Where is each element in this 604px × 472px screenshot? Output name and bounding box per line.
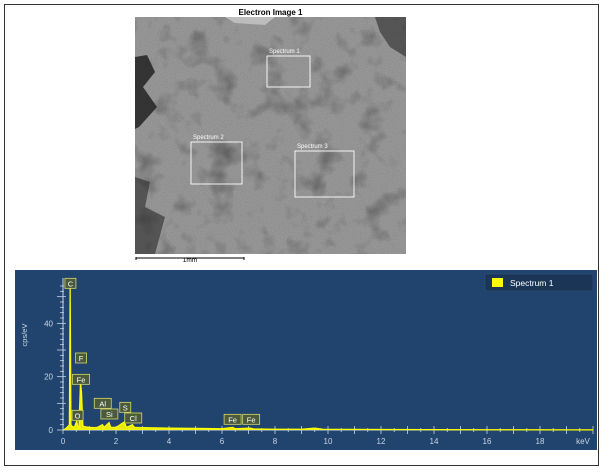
- x-tick-label: 14: [430, 437, 439, 446]
- x-axis-label: keV: [576, 437, 590, 446]
- peak-label-text: Fe: [247, 415, 256, 424]
- peak-label-text: F: [79, 354, 84, 363]
- peak-label-text: Cl: [130, 414, 137, 423]
- peak-label: Al: [93, 397, 112, 409]
- y-tick-label: 20: [44, 373, 53, 382]
- chart-background: [15, 270, 597, 450]
- legend-swatch: [492, 278, 503, 287]
- peak-label-text: O: [75, 411, 81, 420]
- peak-label: Si: [100, 408, 119, 420]
- x-tick-label: 18: [536, 437, 545, 446]
- spectrum-region-label: Spectrum 2: [193, 135, 224, 141]
- y-axis-label: cps/eV: [20, 324, 29, 347]
- peak-label: S: [119, 401, 132, 413]
- spectrum-region-label: Spectrum 1: [269, 49, 300, 55]
- y-tick-label: 0: [49, 426, 54, 435]
- x-tick-label: 16: [483, 437, 492, 446]
- x-tick-label: 2: [114, 437, 119, 446]
- chart-legend[interactable]: Spectrum 1: [484, 273, 594, 292]
- x-tick-label: 6: [220, 437, 225, 446]
- peak-label: Cl: [124, 412, 143, 424]
- peak-label-text: Fe: [228, 415, 237, 424]
- peak-label-text: S: [123, 403, 128, 412]
- image-title: Electron Image 1: [238, 8, 303, 17]
- spectrum-region-label: Spectrum 3: [297, 144, 328, 150]
- peak-label: Fe: [223, 413, 242, 425]
- scale-bar-label: 1mm: [182, 257, 198, 264]
- x-tick-label: 10: [324, 437, 333, 446]
- peak-label-text: Fe: [77, 375, 86, 384]
- peak-label-text: Si: [106, 410, 113, 419]
- x-tick-label: 4: [167, 437, 172, 446]
- electron-image: Spectrum 1 Spectrum 2 Spectrum 3: [135, 17, 406, 254]
- spectrum-chart: 0 2 4 6 8 10 12 14 16 18 keV 0 20 40 cps/eV C F Fe O AlSi S…: [15, 270, 597, 450]
- peak-label-text: Al: [99, 399, 106, 408]
- peak-label: Fe: [72, 373, 90, 385]
- x-tick-label: 8: [273, 437, 278, 446]
- peak-label: C: [64, 277, 77, 289]
- peak-label: F: [75, 352, 87, 364]
- peak-label-text: C: [68, 279, 74, 288]
- peak-label: O: [71, 409, 84, 421]
- x-tick-label: 0: [61, 437, 66, 446]
- legend-label: Spectrum 1: [510, 278, 554, 288]
- x-tick-label: 12: [377, 437, 386, 446]
- peak-label: Fe: [242, 413, 261, 425]
- y-tick-label: 40: [44, 319, 53, 328]
